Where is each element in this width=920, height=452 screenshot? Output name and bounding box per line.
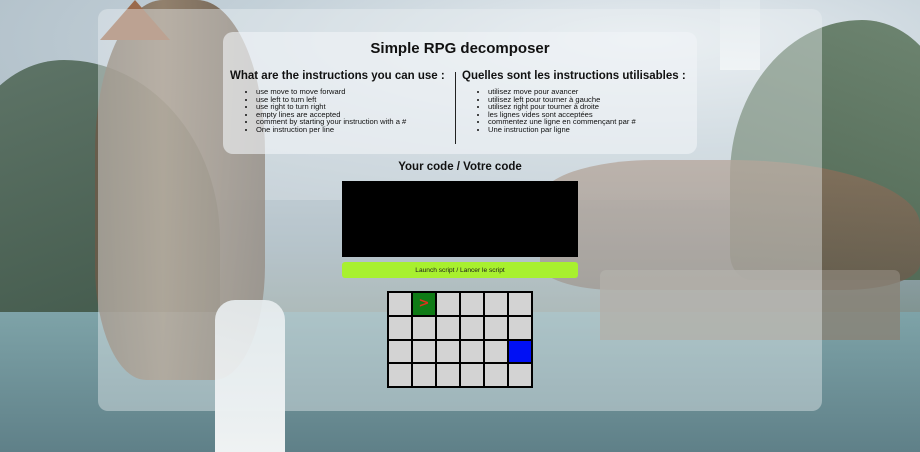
- grid-cell: [509, 293, 531, 315]
- grid-cell: [437, 316, 459, 339]
- player-arrow-icon: >: [418, 296, 430, 312]
- grid-cell: [437, 340, 459, 363]
- grid-cell: [437, 364, 459, 386]
- grid-cell: [389, 364, 411, 386]
- list-item: One instruction per line: [256, 126, 456, 134]
- player-tile: >: [413, 293, 435, 315]
- instructions-english: What are the instructions you can use : …: [230, 70, 456, 134]
- instructions-french: Quelles sont les instructions utilisable…: [462, 70, 688, 134]
- grid-cell: [437, 293, 459, 315]
- grid-cell: [485, 364, 507, 386]
- instructions-french-heading: Quelles sont les instructions utilisable…: [462, 70, 686, 82]
- grid-cell: [485, 316, 507, 339]
- grid-cell: [461, 293, 483, 315]
- list-item: Une instruction par ligne: [488, 126, 688, 134]
- grid-cell: [413, 340, 435, 363]
- page-title: Simple RPG decomposer: [370, 40, 550, 57]
- code-editor-label: Your code / Votre code: [398, 161, 522, 173]
- game-board: >: [387, 291, 533, 388]
- grid-cell: [389, 293, 411, 315]
- grid-cell: [461, 340, 483, 363]
- grid-cell: [413, 364, 435, 386]
- column-divider: [455, 72, 456, 144]
- grid-cell: [509, 364, 531, 386]
- grid-cell: [413, 316, 435, 339]
- code-editor[interactable]: [342, 181, 578, 257]
- grid-cell: [389, 316, 411, 339]
- goal-tile: [509, 340, 531, 363]
- grid-cell: [389, 340, 411, 363]
- grid-cell: [485, 340, 507, 363]
- grid-cell: [485, 293, 507, 315]
- grid-cell: [461, 364, 483, 386]
- instructions-english-heading: What are the instructions you can use :: [230, 70, 445, 82]
- grid-cell: [509, 316, 531, 339]
- launch-script-button[interactable]: Launch script / Lancer le script: [342, 262, 578, 278]
- grid-cell: [461, 316, 483, 339]
- instructions-french-list: utilisez move pour avancer utilisez left…: [462, 88, 688, 134]
- instructions-english-list: use move to move forward use left to tur…: [230, 88, 456, 134]
